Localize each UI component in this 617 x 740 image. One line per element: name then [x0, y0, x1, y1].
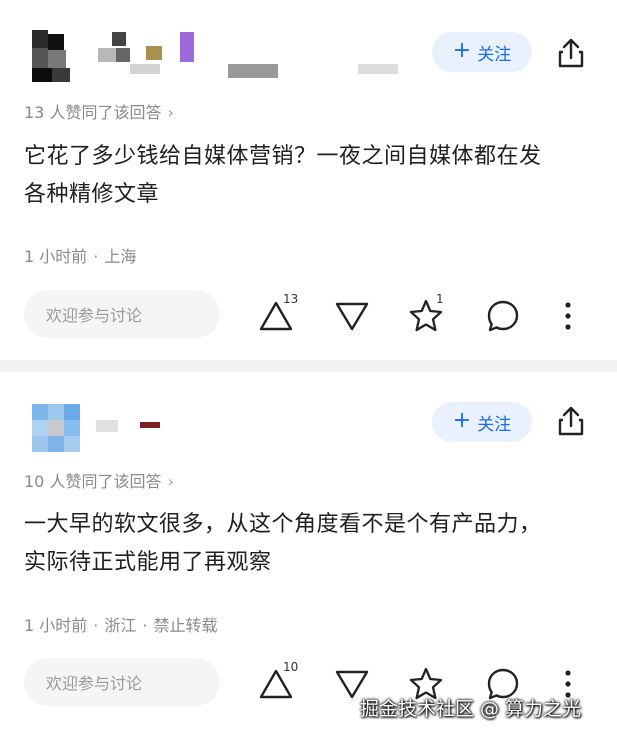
- likes-text: 13 人赞同了该回答: [24, 103, 162, 122]
- answer-content[interactable]: 它花了多少钱给自媒体营销？一夜之间自媒体都在发 各种精修文章: [24, 138, 594, 214]
- comment-placeholder: 欢迎参与讨论: [46, 674, 143, 693]
- chevron-right-icon: ›: [167, 103, 174, 122]
- more-options-icon[interactable]: [548, 296, 588, 336]
- meta-time: 1 小时前: [24, 616, 88, 635]
- meta-location: 上海: [104, 247, 137, 266]
- chevron-right-icon: ›: [167, 472, 174, 491]
- follow-button[interactable]: + 关注: [432, 402, 532, 442]
- content-line: 一大早的软文很多，从这个角度看不是个有产品力，: [24, 512, 542, 537]
- content-line: 它花了多少钱给自媒体营销？一夜之间自媒体都在发: [24, 144, 542, 169]
- content-line: 实际待正式能用了再观察: [24, 550, 272, 575]
- content-line: 各种精修文章: [24, 182, 160, 207]
- plus-icon: +: [452, 38, 472, 63]
- comment-input[interactable]: 欢迎参与讨论: [24, 658, 220, 706]
- answer-content[interactable]: 一大早的软文很多，从这个角度看不是个有产品力， 实际待正式能用了再观察: [24, 506, 594, 582]
- answer-meta: 1 小时前 · 上海: [24, 247, 137, 266]
- upvote-count: 10: [283, 660, 299, 674]
- follow-button[interactable]: + 关注: [432, 32, 532, 72]
- watermark: 掘金技术社区 @ 算力之光: [360, 698, 582, 720]
- likes-text: 10 人赞同了该回答: [24, 472, 162, 491]
- follow-label: 关注: [477, 414, 512, 435]
- answer-meta: 1 小时前 · 浙江 · 禁止转载: [24, 616, 218, 635]
- share-icon[interactable]: [554, 404, 588, 438]
- downvote-icon[interactable]: [332, 296, 372, 336]
- answer-card-1: + 关注 13 人赞同了该回答 › 它花了多少钱给自媒体营销？一夜之间自媒体都在发…: [0, 0, 617, 360]
- answer-card-2: + 关注 10 人赞同了该回答 › 一大早的软文很多，从这个角度看不是个有产品力，…: [0, 372, 617, 740]
- comment-input[interactable]: 欢迎参与讨论: [24, 290, 220, 338]
- meta-location: 浙江: [104, 616, 137, 635]
- comment-placeholder: 欢迎参与讨论: [46, 306, 143, 325]
- comment-bubble-icon[interactable]: [483, 296, 523, 336]
- likes-summary[interactable]: 13 人赞同了该回答 ›: [24, 99, 174, 123]
- username-blurred[interactable]: [96, 416, 176, 436]
- card-divider: [0, 360, 617, 372]
- username-blurred[interactable]: [96, 30, 398, 82]
- avatar[interactable]: [24, 30, 80, 86]
- favorite-count: 1: [436, 292, 444, 306]
- follow-label: 关注: [477, 44, 512, 65]
- meta-time: 1 小时前: [24, 247, 88, 266]
- avatar[interactable]: [24, 402, 82, 452]
- upvote-count: 13: [283, 292, 299, 306]
- meta-repost-policy: 禁止转载: [153, 616, 218, 635]
- share-icon[interactable]: [554, 36, 588, 70]
- plus-icon: +: [452, 408, 472, 433]
- likes-summary[interactable]: 10 人赞同了该回答 ›: [24, 468, 174, 492]
